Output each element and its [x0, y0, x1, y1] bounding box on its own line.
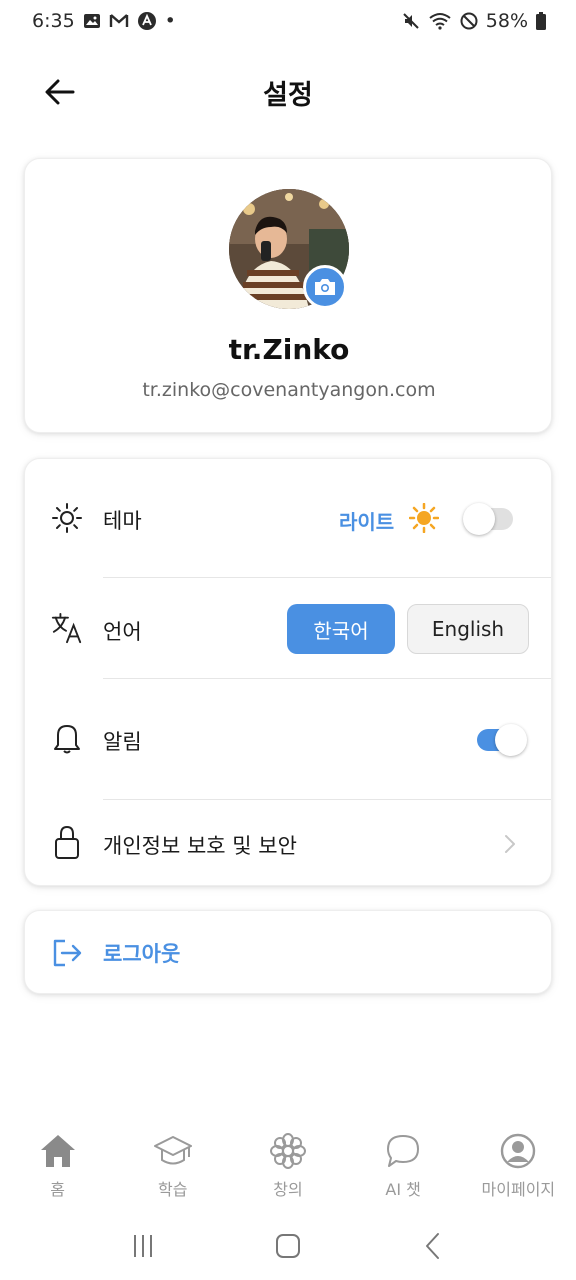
nav-study-label: 학습	[158, 1180, 188, 1199]
status-bar: 6:35 • 58%	[0, 0, 576, 42]
app-icon	[137, 11, 157, 31]
nav-study[interactable]: 학습	[115, 1130, 230, 1210]
profile-card: tr.Zinko tr.zinko@covenantyangon.com	[24, 158, 552, 433]
nav-home[interactable]: 홈	[0, 1130, 115, 1210]
privacy-row[interactable]: 개인정보 보호 및 보안	[25, 800, 553, 887]
language-korean-button[interactable]: 한국어	[287, 604, 395, 654]
mute-icon	[402, 12, 420, 30]
recent-apps-icon	[133, 1235, 152, 1257]
home-icon	[39, 1130, 77, 1172]
logout-button[interactable]: 로그아웃	[24, 910, 552, 994]
toggle-knob	[463, 503, 495, 535]
wifi-icon	[428, 12, 452, 30]
nav-mypage-label: 마이페이지	[481, 1180, 556, 1199]
notifications-row: 알림	[25, 679, 553, 799]
logout-label: 로그아웃	[103, 942, 181, 966]
profile-name: tr.Zinko	[228, 333, 350, 366]
bottom-nav: 홈 학습 창의 AI 챗 마이페이지	[0, 1130, 576, 1210]
back-button[interactable]	[40, 72, 80, 112]
home-system-button[interactable]	[258, 1221, 318, 1271]
arrow-left-icon	[45, 79, 75, 105]
status-time: 6:35	[32, 10, 75, 32]
logout-icon	[51, 937, 83, 969]
nav-ai-chat[interactable]: AI 챗	[346, 1130, 461, 1210]
toggle-knob	[495, 724, 527, 756]
privacy-label: 개인정보 보호 및 보안	[103, 834, 297, 858]
chat-bubble-icon	[384, 1130, 422, 1172]
recent-apps-button[interactable]	[113, 1221, 173, 1271]
home-outline-icon	[275, 1234, 300, 1258]
language-label: 언어	[103, 620, 142, 644]
page-title: 설정	[263, 79, 313, 111]
nav-ai-chat-label: AI 챗	[385, 1180, 421, 1199]
flower-icon	[269, 1130, 307, 1172]
battery-percent: 58%	[485, 10, 528, 32]
bell-icon	[51, 722, 83, 754]
theme-label: 테마	[103, 509, 142, 533]
sun-outline-icon	[51, 502, 83, 534]
profile-email: tr.zinko@covenantyangon.com	[142, 379, 436, 401]
settings-card: 테마 라이트 언어 한국어 English 알림 개인정보 보호 및 보안	[24, 458, 552, 886]
status-left: 6:35 •	[32, 10, 176, 32]
user-circle-icon	[499, 1130, 537, 1172]
nav-creative-label: 창의	[273, 1180, 303, 1199]
sun-icon	[408, 502, 440, 537]
battery-icon	[536, 12, 546, 30]
translate-icon	[51, 612, 83, 644]
system-nav	[0, 1218, 576, 1274]
theme-toggle[interactable]	[463, 503, 513, 535]
nav-home-label: 홈	[50, 1180, 65, 1199]
avatar-wrap	[229, 189, 349, 309]
chevron-right-icon	[503, 833, 517, 859]
nav-mypage[interactable]: 마이페이지	[461, 1130, 576, 1210]
notifications-toggle[interactable]	[477, 724, 527, 756]
camera-icon	[315, 279, 335, 295]
status-right: 58%	[402, 10, 546, 32]
chevron-left-icon	[426, 1233, 440, 1259]
graduation-cap-icon	[153, 1130, 193, 1172]
gallery-icon	[83, 12, 101, 30]
lock-icon	[51, 825, 83, 859]
nav-creative[interactable]: 창의	[230, 1130, 345, 1210]
no-disturb-icon	[460, 12, 478, 30]
gmail-icon	[109, 13, 129, 29]
language-row: 언어 한국어 English	[25, 578, 553, 678]
language-english-button[interactable]: English	[407, 604, 529, 654]
back-system-button[interactable]	[403, 1221, 463, 1271]
header: 설정	[0, 60, 576, 124]
change-photo-button[interactable]	[303, 265, 347, 309]
notifications-label: 알림	[103, 730, 142, 754]
theme-row: 테마 라이트	[25, 459, 553, 577]
status-dot: •	[164, 10, 176, 32]
theme-value: 라이트	[339, 510, 395, 534]
